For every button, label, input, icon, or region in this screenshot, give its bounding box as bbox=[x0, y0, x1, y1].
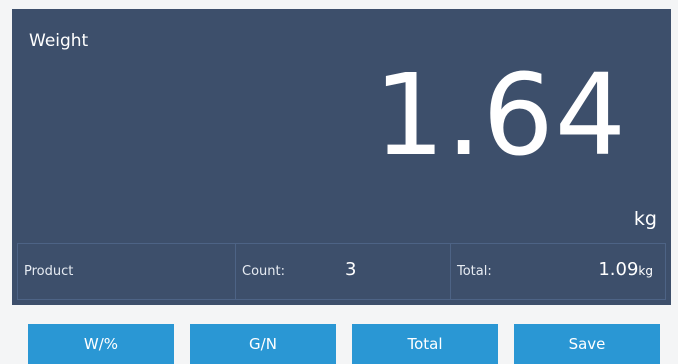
total-button[interactable]: Total bbox=[352, 324, 498, 364]
weight-unit: kg bbox=[633, 208, 657, 230]
gross-net-button[interactable]: G/N bbox=[190, 324, 336, 364]
total-value: 1.09 bbox=[598, 259, 639, 280]
save-button[interactable]: Save bbox=[514, 324, 660, 364]
weight-display-panel: Weight 1.64 kg Product Count: 3 Total: 1… bbox=[12, 9, 671, 305]
count-value: 3 bbox=[345, 259, 357, 280]
weight-label: Weight bbox=[29, 31, 89, 51]
count-label: Count: bbox=[242, 264, 285, 279]
total-value-group: 1.09kg bbox=[598, 259, 653, 280]
weight-value: 1.64 bbox=[373, 51, 627, 181]
total-label: Total: bbox=[457, 264, 492, 279]
scale-screen: Weight 1.64 kg Product Count: 3 Total: 1… bbox=[0, 0, 678, 364]
info-row: Product Count: 3 Total: 1.09kg bbox=[17, 243, 666, 300]
button-bar: W/% G/N Total Save bbox=[0, 318, 678, 364]
weight-percent-button[interactable]: W/% bbox=[28, 324, 174, 364]
total-unit: kg bbox=[638, 264, 653, 278]
total-cell: Total: 1.09kg bbox=[451, 244, 665, 299]
product-label: Product bbox=[24, 264, 74, 279]
product-cell: Product bbox=[18, 244, 236, 299]
count-cell: Count: 3 bbox=[236, 244, 451, 299]
